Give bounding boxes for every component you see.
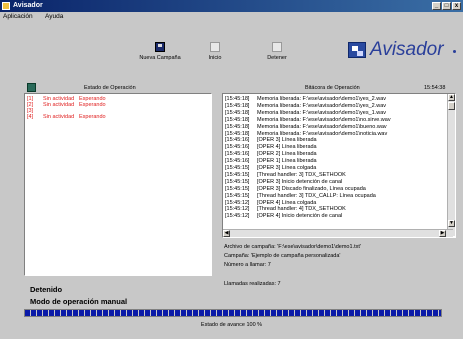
scroll-left-icon[interactable]: ◀ xyxy=(223,230,230,237)
scroll-right-icon[interactable]: ▶ xyxy=(439,230,446,237)
save-icon xyxy=(155,42,165,52)
log-time: [15:45:15] xyxy=(225,185,250,192)
log-message: [OPER 1] Línea liberada xyxy=(257,158,317,165)
status-panel-header: Estado de Operación xyxy=(84,85,136,91)
log-time: [15:45:18] xyxy=(225,96,250,102)
status-line-id: [4] xyxy=(27,114,34,120)
log-message: [Thread handler: 3] TDX_CALLP: Línea ocu… xyxy=(257,192,376,199)
campaign-name: Campaña: 'Ejemplo de campaña personaliza… xyxy=(224,253,341,259)
start-button[interactable]: Inicio xyxy=(185,42,245,61)
stop-icon xyxy=(272,42,282,52)
log-time: [15:45:18] xyxy=(225,102,250,109)
scroll-thumb[interactable] xyxy=(448,102,455,110)
operation-mode: Modo de operación manual xyxy=(30,297,128,306)
log-time: [15:45:16] xyxy=(225,144,250,151)
log-time: [15:45:18] xyxy=(225,130,250,137)
grid-icon[interactable] xyxy=(27,83,36,92)
log-message: Memoria liberada: F:\ese\avisador\demo1\… xyxy=(257,102,387,109)
calls-made: Llamadas realizadas: 7 xyxy=(224,281,281,287)
logo-mark-icon xyxy=(348,42,366,58)
app-icon xyxy=(2,2,10,10)
status-panel[interactable]: [1] Sin actividad Esperando [2] Sin acti… xyxy=(24,93,212,276)
logo-text: Avisador xyxy=(370,39,444,60)
log-message: [OPER 4] Línea liberada xyxy=(257,144,317,151)
log-message: [OPER 4] Inicio detención de canal xyxy=(257,213,343,220)
log-message: [OPER 3] Línea colgada xyxy=(257,165,317,171)
log-panel-header: Bitácora de Operación xyxy=(305,85,360,91)
operation-state: Detenido xyxy=(30,285,63,294)
log-time: [15:45:16] xyxy=(225,151,250,158)
log-message: Memoria liberada: F:\ese\avisador\demo1\… xyxy=(257,130,388,137)
minimize-button[interactable]: _ xyxy=(432,2,441,10)
log-time: [15:45:12] xyxy=(225,213,250,220)
start-label: Inicio xyxy=(208,55,222,61)
close-button[interactable]: x xyxy=(452,2,461,10)
status-line-state: Sin actividad xyxy=(43,114,75,120)
log-time: [15:45:12] xyxy=(225,199,250,206)
log-time: [15:45:15] xyxy=(225,178,250,185)
logo-dot xyxy=(453,50,456,53)
log-message: [OPER 3] Línea liberada xyxy=(257,137,317,144)
log-panel[interactable]: [15:45:18] Memoria liberada: F:\ese\avisa… xyxy=(222,93,456,238)
stop-button[interactable]: Detener xyxy=(247,42,307,61)
log-clock: 15:54:38 xyxy=(424,85,446,91)
log-time: [15:45:16] xyxy=(225,137,250,144)
log-time: [15:45:15] xyxy=(225,171,250,178)
scroll-down-icon[interactable]: ▼ xyxy=(448,220,455,227)
progress-label: Estado de avance 100 % xyxy=(200,322,263,328)
log-time: [15:45:15] xyxy=(225,165,250,171)
log-time: [15:45:18] xyxy=(225,116,250,123)
status-line-event: Esperando xyxy=(79,102,106,108)
status-line-state: Sin actividad xyxy=(43,102,75,108)
log-message: [OPER 3] Discado finalizado, Línea ocupa… xyxy=(257,185,366,192)
log-message: Memoria liberada: F:\ese\avisador\demo1\… xyxy=(257,109,387,116)
menu-ayuda[interactable]: Ayuda xyxy=(45,12,63,22)
campaign-file: Archivo de campaña: 'F:\ese\avisador\dem… xyxy=(224,244,361,250)
status-line: [4] Sin actividad Esperando xyxy=(27,114,106,120)
log-time: [15:45:15] xyxy=(225,192,250,199)
log-message: [OPER 2] Línea liberada xyxy=(257,151,317,158)
menu-aplicacion[interactable]: Aplicación xyxy=(3,12,33,22)
log-message: Memoria liberada: F:\ese\avisador\demo1\… xyxy=(257,123,387,130)
status-line-event: Esperando xyxy=(79,114,106,120)
log-time: [15:45:18] xyxy=(225,123,250,130)
number-to-call: Número a llamar: 7 xyxy=(224,262,271,268)
start-icon xyxy=(210,42,220,52)
progress-bar xyxy=(24,309,442,317)
menu-bar: Aplicación Ayuda xyxy=(0,12,463,22)
log-time: [15:45:16] xyxy=(225,158,250,165)
log-message: [OPER 4] Línea colgada xyxy=(257,199,317,206)
stop-label: Detener xyxy=(267,55,287,61)
log-message: Memoria liberada: F:\ese\avisador\demo1\… xyxy=(257,96,387,102)
log-horizontal-scrollbar[interactable]: ◀ ▶ xyxy=(223,229,453,237)
new-campaign-button[interactable]: Nueva Campaña xyxy=(130,42,190,61)
log-message: [Thread handler: 3] TDX_SETHOOK xyxy=(257,171,346,178)
window-title: Avisador xyxy=(13,2,43,9)
log-message: [OPER 3] Inicio detención de canal xyxy=(257,178,343,185)
log-message: [Thread handler: 4] TDX_SETHOOK xyxy=(257,206,346,213)
new-campaign-label: Nueva Campaña xyxy=(139,55,181,61)
log-time: [15:45:12] xyxy=(225,206,250,213)
log-message: Memoria liberada: F:\ese\avisador\demo1\… xyxy=(257,116,391,123)
log-vertical-scrollbar[interactable]: ▲ ▼ xyxy=(447,94,455,236)
scroll-up-icon[interactable]: ▲ xyxy=(448,94,455,101)
title-bar: Avisador _ □ x xyxy=(0,0,463,12)
log-time: [15:45:18] xyxy=(225,109,250,116)
maximize-button[interactable]: □ xyxy=(442,2,451,10)
